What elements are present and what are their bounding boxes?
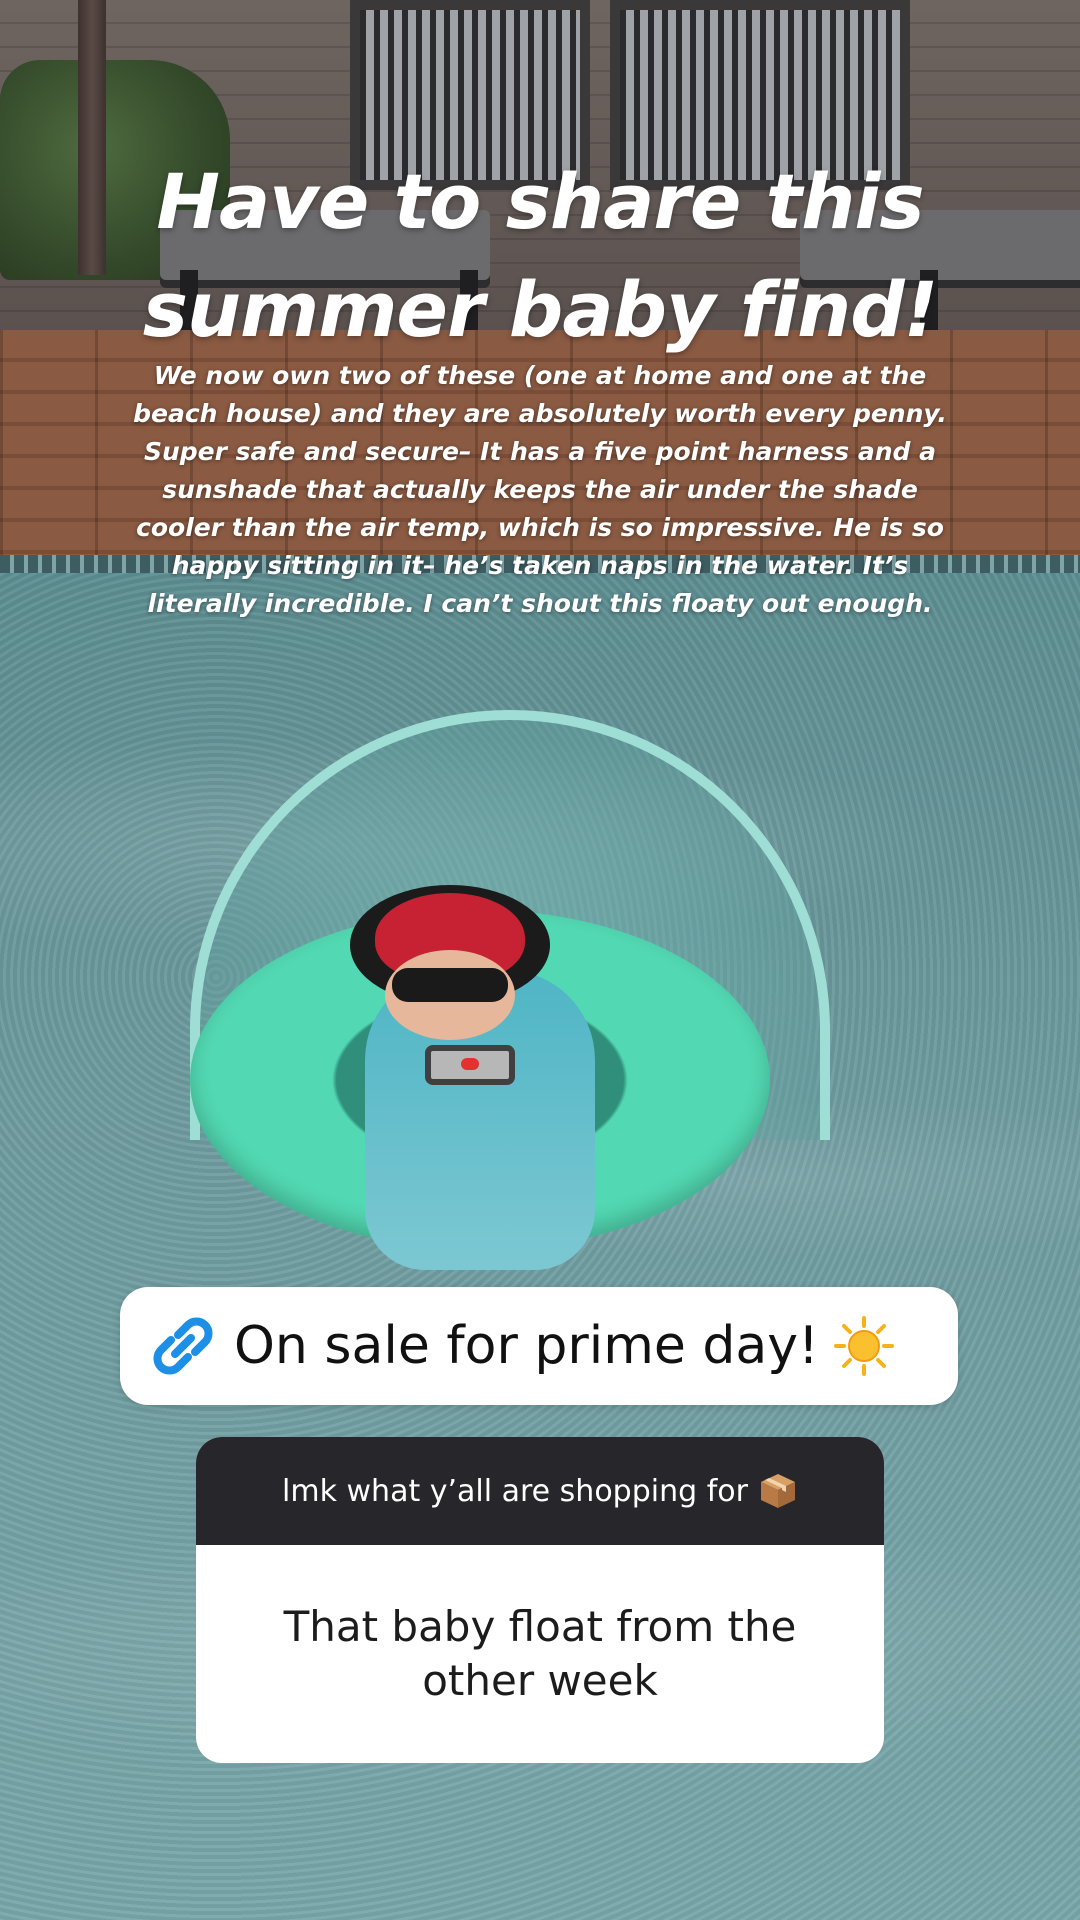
link-sticker-label: On sale for prime day! <box>234 1316 819 1376</box>
buckle-button <box>461 1058 479 1070</box>
story-body-text: We now own two of these (one at home and… <box>133 361 947 618</box>
baby-float-photo <box>170 710 850 1290</box>
question-prompt-text: lmk what y’all are shopping for <box>282 1473 748 1509</box>
link-sticker[interactable]: On sale for prime day! <box>120 1287 958 1405</box>
question-sticker: lmk what y’all are shopping for That bab… <box>196 1437 884 1763</box>
sunglasses <box>392 968 508 1002</box>
question-answer: That baby float from the other week <box>283 1602 797 1705</box>
sun-icon <box>833 1315 895 1377</box>
story-headline: Have to share this summer baby find! <box>142 157 939 354</box>
harness-buckle <box>425 1045 515 1085</box>
link-icon <box>148 1311 218 1381</box>
package-icon <box>758 1471 798 1511</box>
question-prompt: lmk what y’all are shopping for <box>196 1437 884 1545</box>
